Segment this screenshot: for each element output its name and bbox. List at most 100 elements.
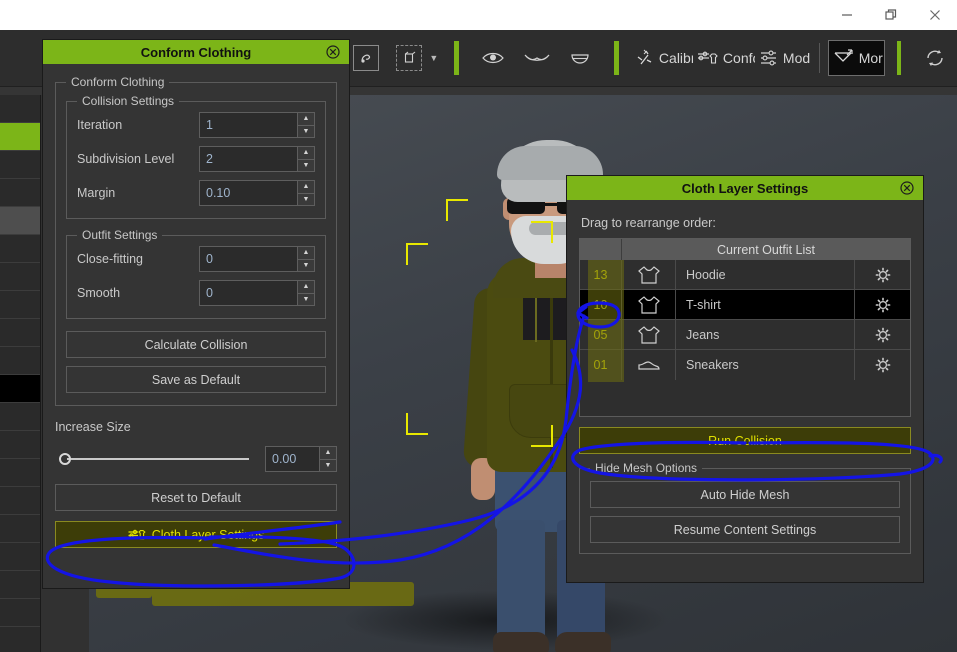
smooth-stepper[interactable]: 0 ▲ ▼ xyxy=(199,280,315,306)
dialog-titlebar: Conform Clothing xyxy=(43,40,349,64)
gear-icon[interactable] xyxy=(854,260,910,289)
group-legend: Outfit Settings xyxy=(77,228,163,242)
minimize-icon[interactable] xyxy=(825,0,869,30)
stepper-down-icon[interactable]: ▼ xyxy=(297,259,315,272)
left-list-panel[interactable] xyxy=(0,95,41,652)
refresh-icon[interactable] xyxy=(919,41,951,75)
chevron-down-icon[interactable]: ▼ xyxy=(429,53,438,63)
margin-stepper[interactable]: 0.10 ▲ ▼ xyxy=(199,180,315,206)
row-name: Sneakers xyxy=(686,358,739,372)
close-icon[interactable] xyxy=(913,0,957,30)
row-index: 13 xyxy=(580,260,622,289)
list-item[interactable] xyxy=(0,403,40,431)
list-item[interactable] xyxy=(0,515,40,543)
iteration-value[interactable]: 1 xyxy=(199,112,297,138)
tshirt-icon xyxy=(622,260,676,289)
table-header-title: Current Outfit List xyxy=(717,242,815,257)
collision-settings-group: Collision Settings Iteration 1 ▲ ▼ Subdi… xyxy=(66,94,326,219)
selection-bracket xyxy=(446,199,468,221)
stepper-down-icon[interactable]: ▼ xyxy=(297,193,315,206)
save-as-default-button[interactable]: Save as Default xyxy=(66,366,326,393)
slider-handle[interactable] xyxy=(59,453,71,465)
row-name: Hoodie xyxy=(686,267,726,282)
list-item[interactable] xyxy=(0,627,40,652)
table-row[interactable]: 05 Jeans xyxy=(580,320,910,350)
list-item-selected[interactable] xyxy=(0,123,40,151)
list-item-active[interactable] xyxy=(0,375,40,403)
gear-icon[interactable] xyxy=(854,290,910,319)
margin-value[interactable]: 0.10 xyxy=(199,180,297,206)
auto-hide-mesh-button[interactable]: Auto Hide Mesh xyxy=(590,481,900,508)
list-item[interactable] xyxy=(0,543,40,571)
increase-size-value[interactable]: 0.00 xyxy=(265,446,319,472)
close-icon[interactable] xyxy=(325,44,341,60)
list-item[interactable] xyxy=(0,151,40,179)
cloth-layer-settings-dialog[interactable]: Cloth Layer Settings Drag to rearrange o… xyxy=(566,175,924,583)
subdivision-value[interactable]: 2 xyxy=(199,146,297,172)
stepper-up-icon[interactable]: ▲ xyxy=(297,180,315,194)
increase-size-stepper[interactable]: 0.00 ▲ ▼ xyxy=(265,446,337,472)
calculate-collision-button[interactable]: Calculate Collision xyxy=(66,331,326,358)
list-item[interactable] xyxy=(0,431,40,459)
list-item[interactable] xyxy=(0,319,40,347)
toolbar-button-morph[interactable]: Mor xyxy=(827,40,885,76)
list-item[interactable] xyxy=(0,291,40,319)
stepper-down-icon[interactable]: ▼ xyxy=(297,159,315,172)
iteration-stepper[interactable]: 1 ▲ ▼ xyxy=(199,112,315,138)
stepper-up-icon[interactable]: ▲ xyxy=(297,146,315,160)
stepper-down-icon[interactable]: ▼ xyxy=(297,125,315,138)
list-item[interactable] xyxy=(0,235,40,263)
conform-clothing-dialog[interactable]: Conform Clothing Conform Clothing Collis… xyxy=(42,39,350,589)
list-item-hover[interactable] xyxy=(0,207,40,235)
table-row-selected[interactable]: 10 T-shirt xyxy=(580,290,910,320)
restore-icon[interactable] xyxy=(869,0,913,30)
stepper-down-icon[interactable]: ▼ xyxy=(297,293,315,306)
gear-icon[interactable] xyxy=(854,350,910,380)
smooth-value[interactable]: 0 xyxy=(199,280,297,306)
table-row[interactable]: 01 Sneakers xyxy=(580,350,910,380)
list-item[interactable] xyxy=(0,95,40,123)
eye-icon[interactable] xyxy=(477,41,509,75)
bounding-box-icon[interactable] xyxy=(394,41,426,75)
mouth-icon[interactable] xyxy=(564,41,596,75)
eyelash-icon[interactable] xyxy=(521,41,553,75)
resume-content-settings-button[interactable]: Resume Content Settings xyxy=(590,516,900,543)
close-fitting-stepper[interactable]: 0 ▲ ▼ xyxy=(199,246,315,272)
calibrate-icon xyxy=(635,48,655,68)
outfit-list-table[interactable]: Current Outfit List 13 Hoodie 10 T-shirt… xyxy=(579,238,911,417)
tshirt-icon xyxy=(622,290,676,319)
cloth-layer-settings-button[interactable]: Cloth Layer Settings xyxy=(55,521,337,548)
group-legend: Collision Settings xyxy=(77,94,180,108)
table-row[interactable]: 13 Hoodie xyxy=(580,260,910,290)
shoe-icon xyxy=(622,350,676,380)
subdivision-stepper[interactable]: 2 ▲ ▼ xyxy=(199,146,315,172)
stepper-up-icon[interactable]: ▲ xyxy=(297,280,315,294)
stepper-up-icon[interactable]: ▲ xyxy=(297,246,315,260)
run-collision-button[interactable]: Run Collision xyxy=(579,427,911,454)
close-icon[interactable] xyxy=(899,180,915,196)
close-fitting-value[interactable]: 0 xyxy=(199,246,297,272)
list-item[interactable] xyxy=(0,571,40,599)
toolbar-button-conform[interactable]: Confo xyxy=(693,40,755,76)
row-index: 05 xyxy=(580,320,622,349)
stepper-up-icon[interactable]: ▲ xyxy=(297,112,315,126)
gear-icon[interactable] xyxy=(854,320,910,349)
list-item[interactable] xyxy=(0,263,40,291)
toolbar-button-calibrate[interactable]: Calibr: xyxy=(631,40,693,76)
stepper-down-icon[interactable]: ▼ xyxy=(319,459,337,472)
toolbar-button-modify[interactable]: Mod xyxy=(755,40,811,76)
toolbar-separator-2 xyxy=(614,41,619,75)
reset-to-default-button[interactable]: Reset to Default xyxy=(55,484,337,511)
increase-size-slider[interactable] xyxy=(55,450,255,468)
list-item[interactable] xyxy=(0,599,40,627)
selection-bracket xyxy=(406,413,428,435)
field-label: Iteration xyxy=(77,118,123,132)
object-transform-icon[interactable] xyxy=(350,41,382,75)
list-item[interactable] xyxy=(0,347,40,375)
list-item[interactable] xyxy=(0,487,40,515)
list-item[interactable] xyxy=(0,179,40,207)
stepper-up-icon[interactable]: ▲ xyxy=(319,446,337,460)
field-label: Subdivision Level xyxy=(77,152,175,166)
list-item[interactable] xyxy=(0,459,40,487)
dialog-body: Conform Clothing Collision Settings Iter… xyxy=(43,64,349,560)
